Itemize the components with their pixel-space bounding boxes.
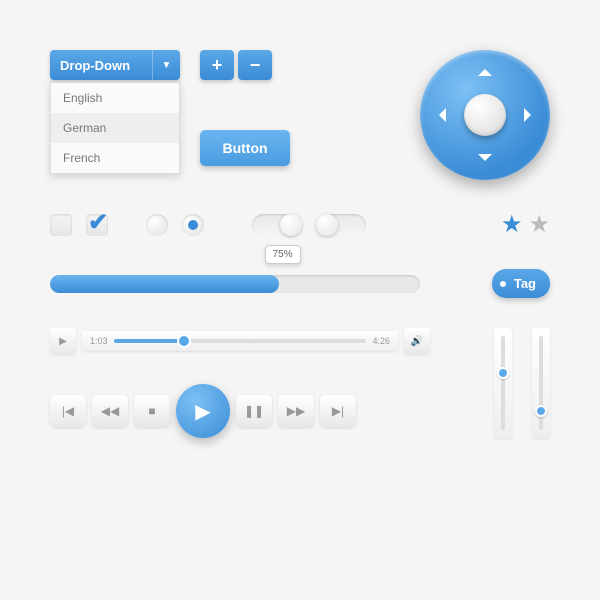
slider-knob[interactable]: [497, 367, 509, 379]
audio-scrubber[interactable]: [114, 339, 367, 343]
minus-button[interactable]: −: [238, 50, 272, 80]
tag-badge[interactable]: Tag: [492, 269, 550, 298]
toggle-on[interactable]: [252, 214, 302, 236]
dpad-right-icon[interactable]: [524, 108, 538, 122]
dpad-center-button[interactable]: [464, 94, 506, 136]
dropdown[interactable]: Drop-Down ▼ English German French: [50, 50, 180, 174]
dropdown-item-english[interactable]: English: [51, 83, 179, 113]
dropdown-button[interactable]: Drop-Down ▼: [50, 50, 180, 80]
radio-unchecked[interactable]: [146, 214, 168, 236]
dropdown-list: English German French: [50, 82, 180, 174]
dropdown-item-german[interactable]: German: [51, 113, 179, 143]
audio-total: 4:26: [372, 336, 390, 346]
toggle-off[interactable]: [316, 214, 366, 236]
dpad-left-icon[interactable]: [432, 108, 446, 122]
checkbox-unchecked[interactable]: [50, 214, 72, 236]
play-button[interactable]: ▶: [176, 384, 230, 438]
rewind-button[interactable]: ◀◀: [92, 395, 128, 427]
progress-bar[interactable]: 75%: [50, 275, 420, 293]
audio-elapsed: 1:03: [90, 336, 108, 346]
primary-button[interactable]: Button: [200, 130, 290, 166]
star-icon-empty[interactable]: ★: [528, 210, 550, 239]
audio-track[interactable]: 1:03 4:26: [82, 331, 398, 351]
dropdown-item-french[interactable]: French: [51, 143, 179, 173]
toggle-knob: [280, 214, 302, 236]
star-icon-filled[interactable]: ★: [501, 210, 523, 239]
skip-forward-button[interactable]: ▶|: [320, 395, 356, 427]
checkbox-checked[interactable]: [86, 214, 108, 236]
toggle-knob: [316, 214, 338, 236]
volume-icon[interactable]: 🔊: [404, 328, 430, 354]
dropdown-label: Drop-Down: [50, 58, 152, 73]
dpad-down-icon[interactable]: [478, 154, 492, 168]
dpad: [420, 50, 550, 180]
radio-checked[interactable]: [182, 214, 204, 236]
dpad-up-icon[interactable]: [478, 62, 492, 76]
plus-button[interactable]: +: [200, 50, 234, 80]
chevron-down-icon[interactable]: ▼: [152, 50, 180, 80]
pause-button[interactable]: ❚❚: [236, 395, 272, 427]
skip-back-button[interactable]: |◀: [50, 395, 86, 427]
audio-player: ▶ 1:03 4:26 🔊: [50, 328, 430, 354]
slider-knob[interactable]: [535, 405, 547, 417]
media-controls: |◀ ◀◀ ■ ▶ ❚❚ ▶▶ ▶|: [50, 384, 430, 438]
progress-tooltip: 75%: [265, 245, 301, 264]
audio-play-button[interactable]: ▶: [50, 328, 76, 354]
vertical-slider-2[interactable]: [532, 328, 550, 438]
progress-fill: [50, 275, 279, 293]
vertical-slider-1[interactable]: [494, 328, 512, 438]
stop-button[interactable]: ■: [134, 395, 170, 427]
forward-button[interactable]: ▶▶: [278, 395, 314, 427]
